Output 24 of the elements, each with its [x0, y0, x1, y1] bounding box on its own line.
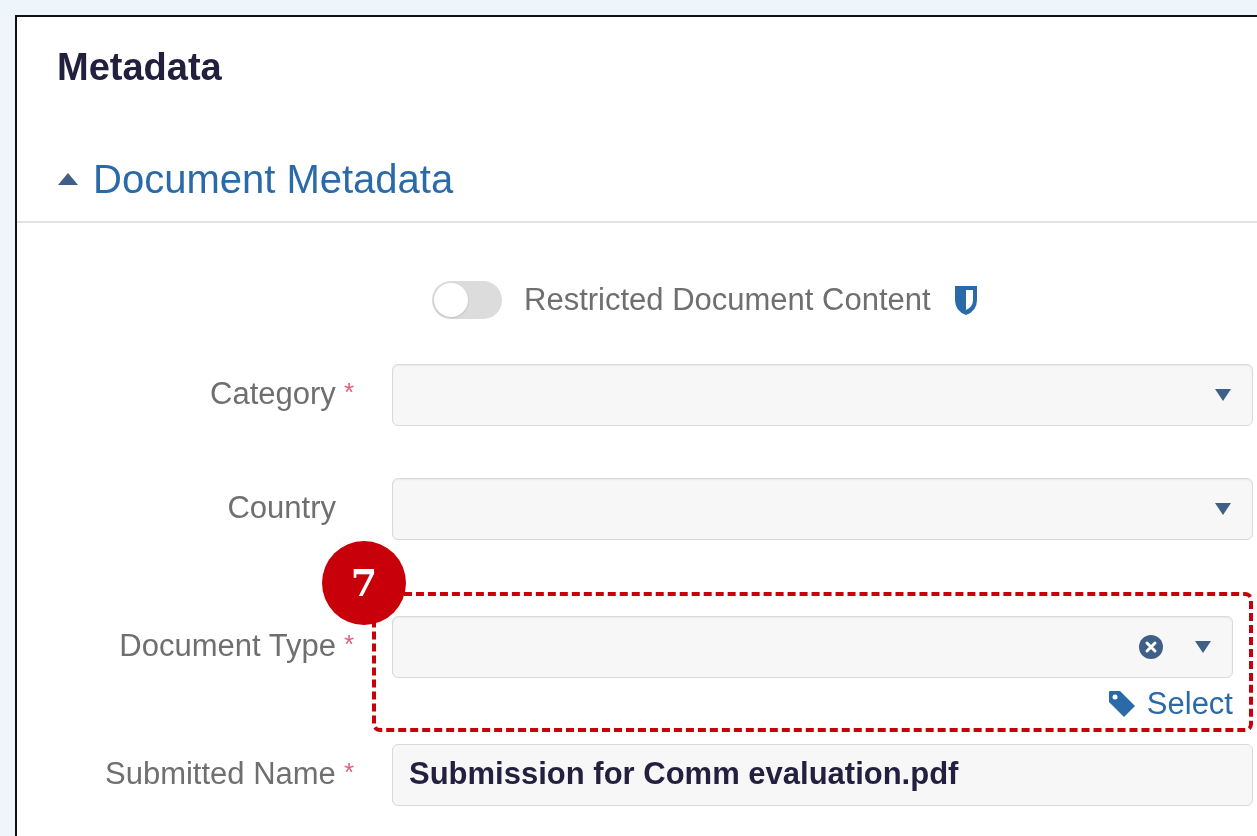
text-input-field[interactable]: Submission for Comm evaluation.pdf	[392, 743, 1253, 806]
dropdown-field[interactable]	[392, 477, 1253, 540]
dropdown-caret-icon	[1214, 501, 1232, 516]
panel-title: Metadata	[57, 45, 223, 90]
dropdown-field[interactable]	[392, 615, 1233, 678]
section-header-toggle[interactable]: Document Metadata	[57, 153, 454, 205]
required-asterisk: *	[343, 376, 354, 410]
required-asterisk: *	[343, 628, 354, 662]
select-link[interactable]: Select	[1106, 683, 1233, 724]
tag-icon	[1106, 688, 1137, 719]
field-label: Country	[227, 489, 336, 528]
dropdown-field[interactable]	[392, 363, 1253, 426]
callout-number-badge: 7	[322, 540, 406, 625]
clear-icon[interactable]	[1138, 633, 1164, 660]
toggle-label: Restricted Document Content	[524, 281, 931, 319]
dropdown-caret-icon	[1194, 639, 1212, 654]
field-label: Category	[210, 375, 336, 414]
required-asterisk: *	[343, 756, 354, 790]
toggle-switch[interactable]	[432, 281, 502, 320]
collapse-caret-icon	[57, 172, 79, 186]
field-label: Submitted Name	[105, 755, 336, 794]
field-label: Document Type	[119, 627, 336, 666]
dropdown-caret-icon	[1214, 387, 1232, 402]
shield-icon	[952, 283, 979, 318]
